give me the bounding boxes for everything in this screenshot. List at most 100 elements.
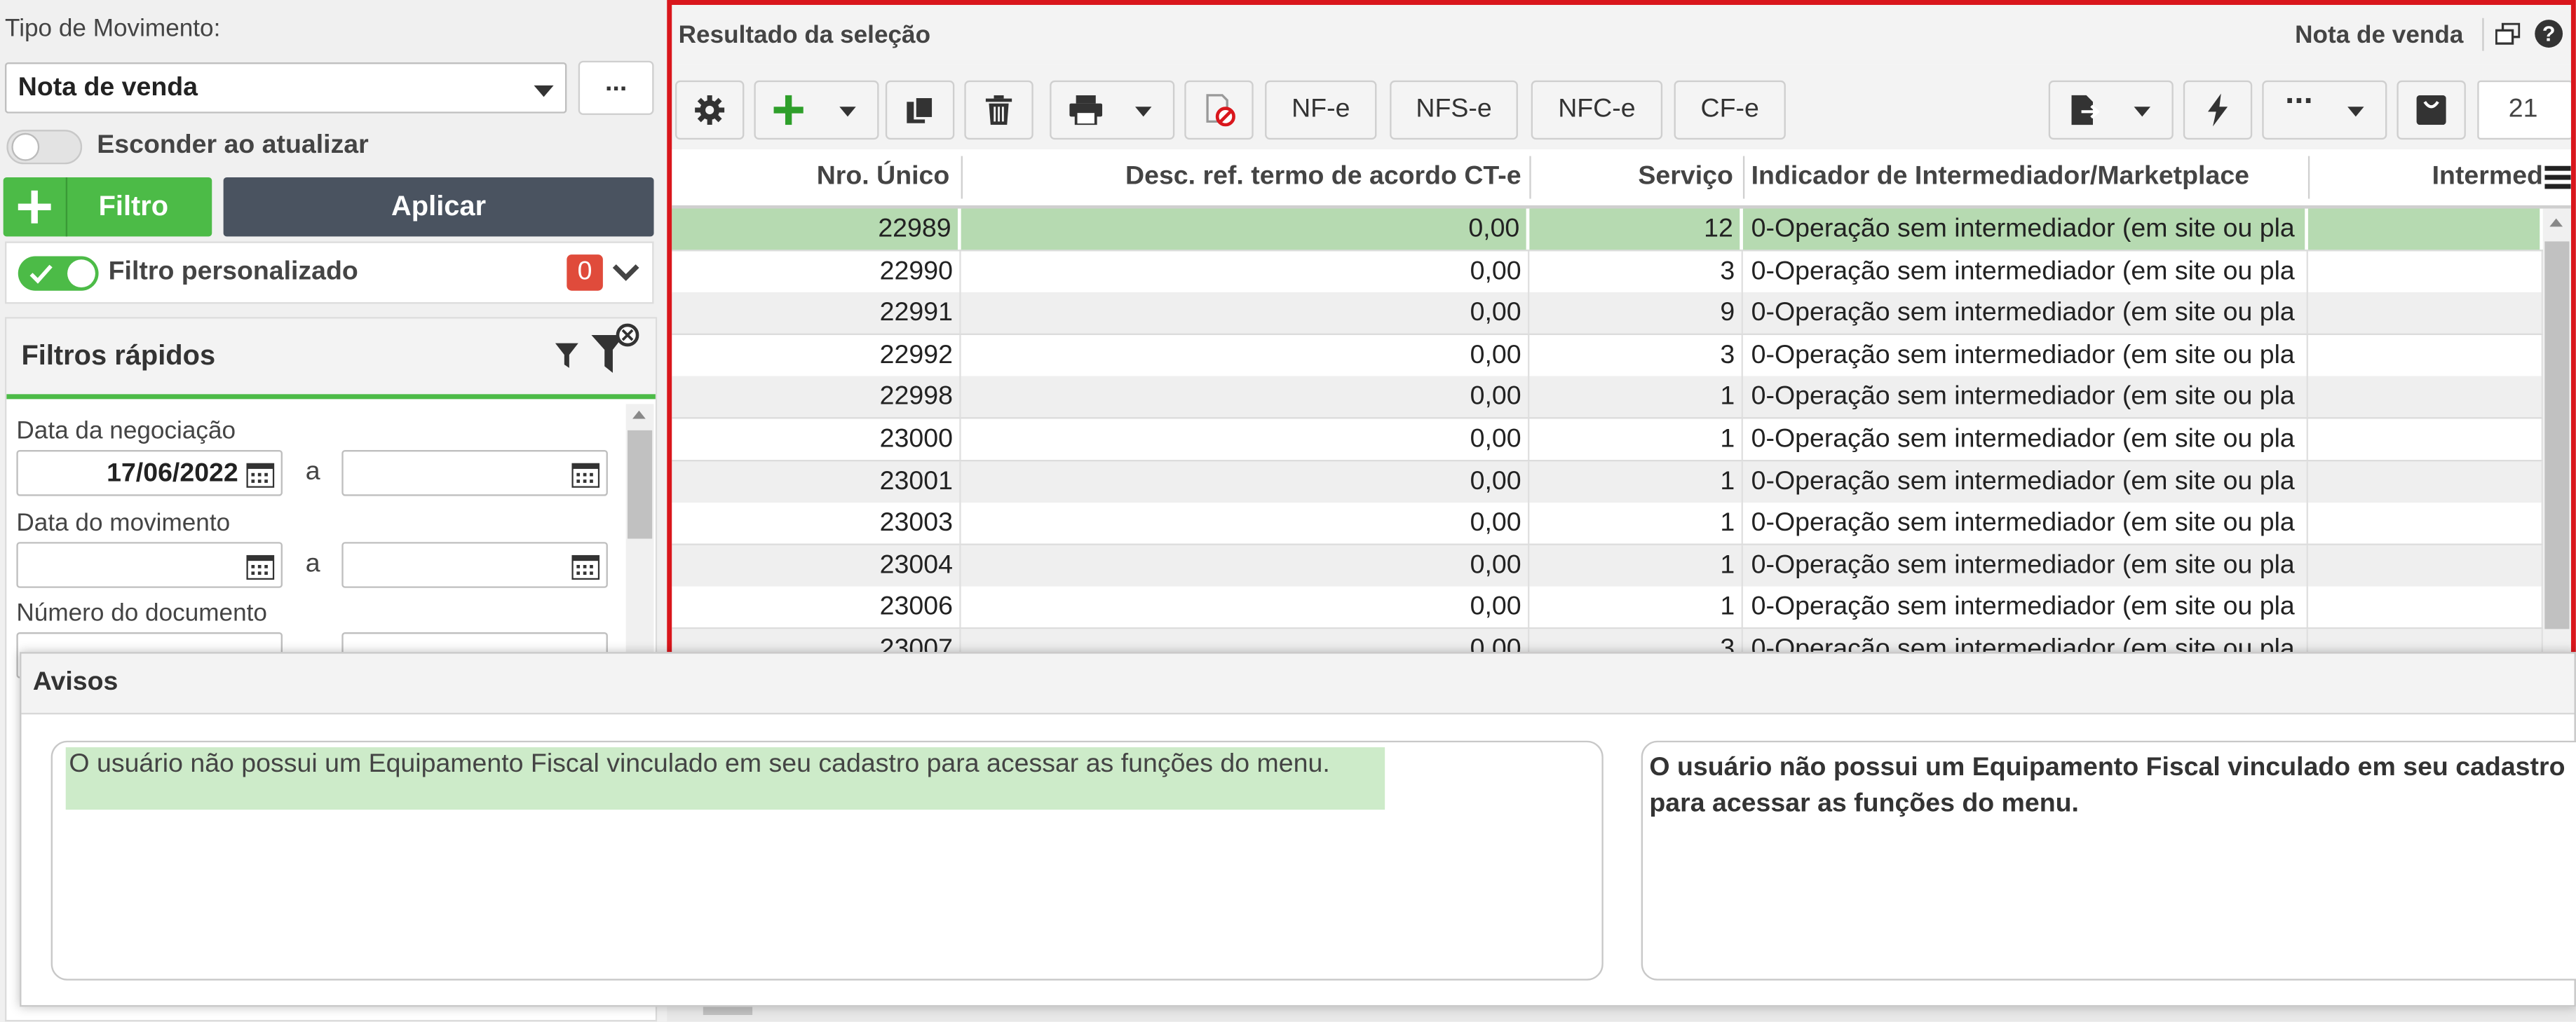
calendar-icon[interactable]: [571, 554, 600, 580]
movement-date-to-input[interactable]: [341, 542, 608, 588]
cell-nro-unico: 22989: [672, 208, 961, 250]
filter-button-label: Filtro: [98, 190, 169, 222]
filter-divider: [65, 177, 68, 237]
table-row[interactable]: 23003 0,00 1 0-Operação sem intermediador (…: [672, 503, 2543, 546]
cell-nro-unico: 23004: [672, 545, 961, 586]
action-button[interactable]: [2183, 80, 2253, 140]
negotiation-date-from-input[interactable]: 17/06/2022: [16, 449, 283, 496]
table-row[interactable]: 23001 0,00 1 0-Operação sem intermediador (…: [672, 461, 2543, 504]
table-row[interactable]: 22990 0,00 3 0-Operação sem intermediador (…: [672, 250, 2543, 294]
hide-on-update-toggle[interactable]: [6, 130, 83, 165]
table-row[interactable]: 23004 0,00 1 0-Operação sem intermediador (…: [672, 545, 2543, 588]
help-icon[interactable]: ?: [2535, 20, 2563, 48]
cell-indicador: 0-Operação sem intermediador (em site ou…: [1744, 208, 2308, 250]
header-divider: [2482, 18, 2484, 51]
no-print-icon: [1206, 94, 1235, 127]
scroll-up-icon[interactable]: [632, 410, 646, 419]
table-row[interactable]: 22992 0,00 3 0-Operação sem intermediador (…: [672, 334, 2543, 378]
cell-servico: 12: [1531, 208, 1743, 250]
table-row[interactable]: 23000 0,00 1 0-Operação sem intermediador (…: [672, 418, 2543, 462]
cell-desc-ref: 0,00: [963, 461, 1530, 503]
print-button[interactable]: [1050, 80, 1175, 140]
caret-down-icon: [534, 85, 554, 97]
notices-title: Avisos: [32, 668, 118, 697]
custom-filter-count-badge: 0: [567, 254, 603, 291]
cell-nro-unico: 23003: [672, 503, 961, 544]
apply-button[interactable]: Aplicar: [223, 177, 654, 237]
column-header-indicador[interactable]: Indicador de Intermediador/Marketplace: [1744, 149, 2306, 205]
scroll-thumb[interactable]: [628, 430, 653, 539]
cfe-button[interactable]: CF-e: [1674, 80, 1786, 140]
bag-icon: [2416, 95, 2446, 125]
cell-intermed: [2310, 208, 2543, 250]
custom-filter-toggle[interactable]: [18, 256, 99, 291]
quick-filters-header: Filtros rápidos: [6, 318, 656, 400]
caret-down-icon[interactable]: [2134, 107, 2150, 117]
duplicate-button[interactable]: [885, 80, 955, 140]
cell-indicador: 0-Operação sem intermediador (em site ou…: [1744, 461, 2308, 503]
cancel-print-button[interactable]: [1184, 80, 1254, 140]
calendar-icon[interactable]: [246, 461, 275, 488]
columns-menu-icon[interactable]: [2544, 165, 2571, 189]
range-separator: a: [305, 550, 320, 578]
caret-down-icon[interactable]: [1135, 107, 1152, 117]
scroll-thumb[interactable]: [2544, 241, 2570, 629]
column-header-desc-ref[interactable]: Desc. ref. termo de acordo CT-e: [963, 149, 1528, 205]
nfce-button[interactable]: NFC-e: [1531, 80, 1663, 140]
movement-date-from-input[interactable]: [16, 542, 283, 588]
funnel-clear-icon[interactable]: [590, 322, 639, 378]
scroll-up-icon[interactable]: [2549, 218, 2563, 227]
calendar-icon[interactable]: [246, 554, 275, 580]
caret-down-icon[interactable]: [839, 107, 856, 117]
grid-scrollbar[interactable]: [2542, 208, 2571, 653]
cell-indicador: 0-Operação sem intermediador (em site ou…: [1744, 418, 2308, 461]
delete-button[interactable]: [964, 80, 1033, 140]
table-row[interactable]: 22998 0,00 1 0-Operação sem intermediador (…: [672, 376, 2543, 420]
negotiation-date-label: Data da negociação: [16, 417, 236, 445]
lightning-icon: [2207, 93, 2228, 127]
settings-button[interactable]: [674, 80, 745, 140]
movement-type-select[interactable]: Nota de venda: [5, 62, 567, 114]
nfe-button[interactable]: NF-e: [1265, 80, 1377, 140]
result-panel: Resultado da seleção Nota de venda ? NF-…: [667, 0, 2576, 658]
grid-header-row: Nro. Único Desc. ref. termo de acordo CT…: [672, 149, 2571, 209]
caret-down-icon[interactable]: [2347, 107, 2364, 117]
more-actions-button[interactable]: ···: [2262, 80, 2387, 140]
plus-icon: [18, 190, 51, 224]
result-header: Resultado da seleção Nota de venda ?: [672, 5, 2571, 64]
export-button[interactable]: [2048, 80, 2174, 140]
trash-icon: [985, 95, 1012, 125]
cell-intermed: [2310, 461, 2543, 503]
filter-button[interactable]: Filtro: [3, 177, 212, 237]
cell-servico: 1: [1531, 587, 1743, 628]
chevron-down-icon[interactable]: [611, 263, 641, 282]
quick-filters-scrollbar[interactable]: [625, 404, 654, 667]
app-root: Tipo de Movimento: Nota de venda ... Esc…: [0, 0, 2576, 1022]
result-grid: Nro. Único Desc. ref. termo de acordo CT…: [672, 149, 2571, 653]
column-header-servico[interactable]: Serviço: [1531, 149, 1740, 205]
cell-servico: 3: [1531, 250, 1743, 292]
current-type-label: Nota de venda: [2295, 21, 2464, 50]
table-row[interactable]: 22991 0,00 9 0-Operação sem intermediador (…: [672, 292, 2543, 336]
table-row[interactable]: 23006 0,00 1 0-Operação sem intermediador (…: [672, 587, 2543, 630]
restore-window-icon[interactable]: [2495, 22, 2521, 46]
table-row[interactable]: 22989 0,00 12 0-Operação sem intermediador …: [672, 208, 2543, 252]
column-header-intermed[interactable]: Intermed: [2310, 149, 2543, 205]
bag-button[interactable]: [2397, 80, 2466, 140]
toggle-knob: [11, 132, 40, 161]
notice-item-text: O usuário não possui um Equipamento Fisc…: [69, 750, 1330, 779]
page-size-input[interactable]: 21: [2477, 80, 2571, 140]
custom-filter-bar: Filtro personalizado 0: [5, 241, 654, 304]
nfse-button[interactable]: NFS-e: [1390, 80, 1518, 140]
cell-servico: 1: [1531, 503, 1743, 544]
column-header-nro-unico[interactable]: Nro. Único: [672, 149, 956, 205]
more-options-button[interactable]: ...: [578, 60, 654, 116]
notice-item[interactable]: O usuário não possui um Equipamento Fisc…: [65, 747, 1385, 810]
cell-desc-ref: 0,00: [963, 503, 1530, 544]
notices-list: O usuário não possui um Equipamento Fisc…: [50, 740, 1604, 981]
funnel-icon[interactable]: [554, 341, 580, 371]
cell-desc-ref: 0,00: [963, 292, 1530, 334]
negotiation-date-to-input[interactable]: [341, 449, 608, 496]
calendar-icon[interactable]: [571, 461, 600, 488]
add-button[interactable]: [754, 80, 879, 140]
